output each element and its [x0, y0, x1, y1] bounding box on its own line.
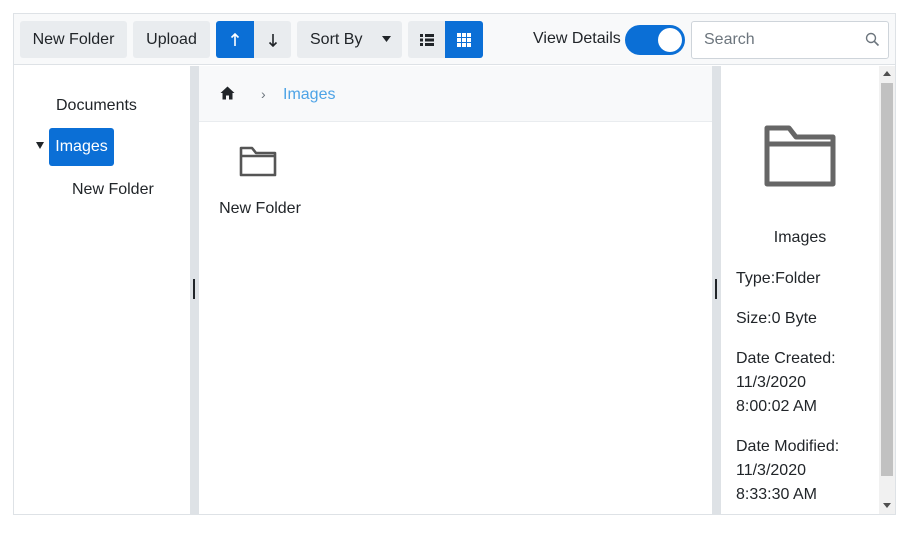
search-box	[691, 21, 889, 59]
toggle-knob	[658, 28, 682, 52]
breadcrumb-current[interactable]: Images	[283, 86, 335, 104]
grid-view-button[interactable]	[445, 21, 483, 58]
details-modified-date: 11/3/2020	[736, 462, 806, 479]
arrow-down-icon	[268, 33, 277, 47]
details-created-time: 8:00:02 AM	[736, 398, 817, 415]
search-icon[interactable]	[865, 32, 880, 47]
nav-splitter[interactable]	[190, 66, 199, 514]
folder-icon	[764, 125, 836, 187]
details-created-label: Date Created:	[736, 350, 836, 367]
caret-down-icon	[382, 36, 391, 42]
content-pane: › Images New Folder	[199, 66, 712, 514]
navigation-pane: Documents Images New Folder	[14, 66, 190, 514]
tree-item-images-label: Images	[55, 138, 108, 155]
sort-by-label: Sort By	[310, 30, 363, 48]
grid-view-icon	[457, 32, 471, 47]
details-pane: Images Type:Folder Size:0 Byte Date Crea…	[721, 66, 879, 514]
search-input[interactable]	[692, 22, 862, 58]
view-details-label: View Details	[533, 30, 621, 47]
details-modified-label: Date Modified:	[736, 438, 840, 455]
tree-item-images[interactable]: Images	[49, 128, 114, 166]
tree-item-new-folder[interactable]: New Folder	[72, 181, 154, 199]
list-view-icon	[419, 33, 434, 46]
details-scrollbar[interactable]	[879, 66, 895, 514]
toolbar: New Folder Upload Sort By View Details S…	[14, 14, 895, 65]
details-type: Type:Folder	[736, 270, 821, 287]
details-size: Size:0 Byte	[736, 310, 817, 327]
sort-by-dropdown[interactable]: Sort By	[297, 21, 402, 58]
details-name: Images	[773, 229, 827, 246]
splitter-grip	[193, 279, 195, 299]
scroll-up-arrow-icon[interactable]	[883, 71, 891, 76]
details-splitter[interactable]	[712, 66, 721, 514]
tree-item-documents[interactable]: Documents	[56, 97, 137, 115]
arrow-up-icon	[230, 32, 240, 46]
breadcrumb: › Images	[199, 66, 712, 122]
new-folder-button[interactable]: New Folder	[20, 21, 127, 58]
folder-icon	[239, 146, 277, 177]
folder-tile[interactable]: New Folder	[215, 138, 305, 222]
list-view-button[interactable]	[408, 21, 445, 58]
file-manager: New Folder Upload Sort By View Details S…	[13, 13, 896, 515]
folder-tile-label: New Folder	[219, 200, 301, 217]
scrollbar-thumb[interactable]	[881, 83, 893, 476]
breadcrumb-separator: ›	[261, 86, 266, 102]
details-modified-time: 8:33:30 AM	[736, 486, 817, 503]
upload-button[interactable]: Upload	[133, 21, 210, 58]
splitter-grip	[715, 279, 717, 299]
scroll-down-arrow-icon[interactable]	[883, 503, 891, 508]
sort-descending-button[interactable]	[254, 21, 291, 58]
view-details-toggle[interactable]	[625, 25, 685, 55]
upload-button-label: Upload	[146, 30, 197, 48]
new-folder-button-label: New Folder	[32, 30, 115, 48]
details-created-date: 11/3/2020	[736, 374, 806, 391]
home-icon[interactable]	[220, 86, 235, 100]
sort-ascending-button[interactable]	[216, 21, 254, 58]
expand-caret-icon[interactable]	[36, 142, 44, 149]
